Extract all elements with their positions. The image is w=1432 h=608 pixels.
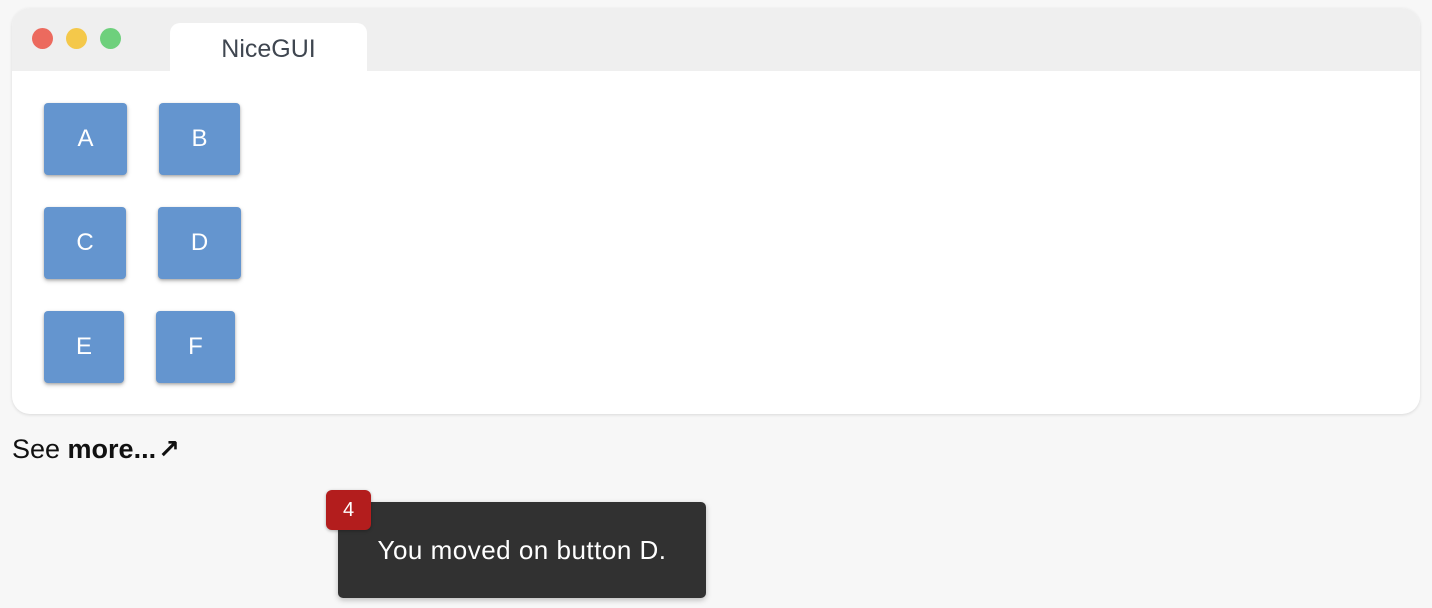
see-label: See xyxy=(12,434,68,464)
button-c[interactable]: C xyxy=(44,207,126,279)
zoom-window-dot[interactable] xyxy=(100,28,121,49)
tab-title: NiceGUI xyxy=(221,34,316,63)
button-b[interactable]: B xyxy=(159,103,240,175)
minimize-window-dot[interactable] xyxy=(66,28,87,49)
more-link[interactable]: more...↗ xyxy=(68,434,180,464)
close-window-dot[interactable] xyxy=(32,28,53,49)
button-f[interactable]: F xyxy=(156,311,235,383)
see-more-text: See more...↗ xyxy=(12,434,180,465)
tab-nicegui[interactable]: NiceGUI xyxy=(170,23,367,71)
more-link-label: more... xyxy=(67,434,157,464)
app-window: NiceGUI A B C D E F xyxy=(12,8,1420,414)
button-d[interactable]: D xyxy=(158,207,241,279)
notification-toast: You moved on button D. xyxy=(338,502,706,598)
button-a[interactable]: A xyxy=(44,103,127,175)
notification-count-badge: 4 xyxy=(326,490,371,530)
button-e[interactable]: E xyxy=(44,311,124,383)
notification-message: You moved on button D. xyxy=(377,534,667,565)
external-link-icon: ↗ xyxy=(158,434,180,464)
title-bar: NiceGUI xyxy=(12,8,1420,71)
